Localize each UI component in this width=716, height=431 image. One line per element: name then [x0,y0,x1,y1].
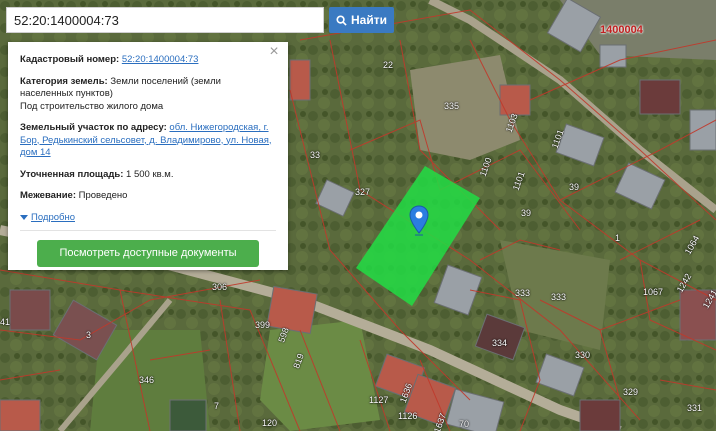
address-label: Земельный участок по адресу: [20,122,167,133]
search-button[interactable]: Найти [329,7,394,33]
parcel-label: 22 [383,60,394,70]
parcel-label: 334 [492,338,508,348]
cadastral-number-link[interactable]: 52:20:1400004:73 [122,54,199,65]
parcel-label: 327 [355,187,371,197]
area-row: Уточненная площадь: 1 500 кв.м. [20,169,276,182]
parcel-label: 1126 [398,411,418,421]
area-label: Уточненная площадь: [20,168,124,180]
parcel-label: 329 [623,387,639,397]
chevron-down-icon [20,215,28,221]
view-documents-button[interactable]: Посмотреть доступные документы [37,240,259,267]
details-toggle[interactable]: Подробно [20,212,276,225]
cadastral-quarter-label: 1400004 [600,24,643,36]
parcel-label: 3 [86,330,92,340]
parcel-label: 1 [615,233,621,243]
parcel-label: 330 [575,350,591,360]
divider [20,230,276,231]
parcel-label: 39 [569,182,580,192]
close-icon[interactable]: × [268,44,280,60]
details-toggle-label: Подробно [31,211,75,223]
search-icon [336,14,347,26]
survey-label: Межевание: [20,190,76,201]
cadastral-number-label: Кадастровый номер: [20,54,120,65]
parcel-label: 1067 [643,287,664,297]
address-row: Земельный участок по адресу: обл. Нижего… [20,122,276,160]
parcel-label: 399 [255,320,271,330]
area-value: 1 500 кв.м. [126,168,174,180]
parcel-label: 346 [139,375,155,385]
parcel-label: 1127 [369,395,389,405]
parcel-label: 306 [212,282,228,292]
parcel-label: 333 [515,288,531,298]
survey-value: Проведено [78,190,128,201]
parcel-label: 120 [262,418,278,428]
search-button-label: Найти [351,13,387,27]
cadastral-number-row: Кадастровый номер: 52:20:1400004:73 [20,54,276,67]
location-pin-icon[interactable] [409,205,429,237]
parcel-label: 70 [459,419,470,429]
land-category-row: Категория земель: Земли поселений (земли… [20,76,276,114]
search-input[interactable] [6,7,324,33]
land-category-label: Категория земель: [20,75,108,87]
parcel-info-panel: × Кадастровый номер: 52:20:1400004:73 Ка… [8,42,288,270]
parcel-label: 41 [0,317,11,327]
parcel-label: 33 [310,150,321,160]
parcel-label: 7 [214,401,220,411]
parcel-label: 335 [444,101,460,111]
parcel-label: 333 [551,292,567,302]
survey-row: Межевание: Проведено [20,190,276,203]
parcel-label: 331 [687,403,703,413]
parcel-label: 39 [521,208,532,218]
land-usage-value: Под строительство жилого дома [20,100,164,112]
